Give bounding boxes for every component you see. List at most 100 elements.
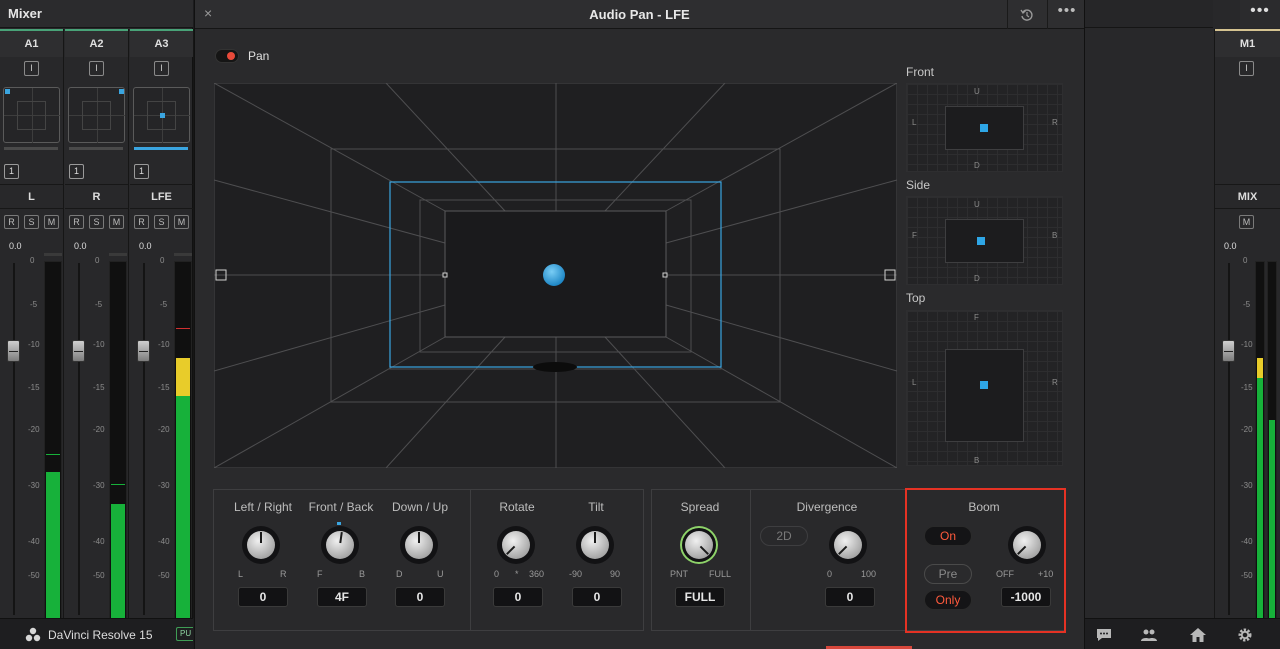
mute-button[interactable]: M [44,215,59,229]
divergence-2d-button[interactable]: 2D [760,526,808,546]
knob-min-label: -90 [569,569,583,579]
mixer-title: Mixer [0,0,193,28]
tilt-knob[interactable] [576,526,614,564]
input-button[interactable]: I [154,61,169,76]
record-button[interactable]: R [69,215,84,229]
scale-tick: -10 [1241,340,1253,349]
fader-handle[interactable] [137,340,150,362]
strip-name[interactable]: A1 [0,29,63,57]
side-view-panel[interactable]: U D F B [906,196,1063,285]
pan-enable-toggle[interactable] [215,49,239,63]
knob-min-label: F [317,569,323,579]
tilt-value[interactable]: 0 [572,587,622,607]
front-position-marker[interactable] [980,124,988,132]
fader-handle[interactable] [72,340,85,362]
fader-handle[interactable] [1222,340,1235,362]
front-back-value[interactable]: 4F [317,587,367,607]
axis-label: D [974,274,980,283]
knob-min-label: 0 [494,569,500,579]
track-number-button[interactable]: 1 [4,164,19,179]
pan-position-dot [119,89,124,94]
scale-tick: -50 [93,571,105,580]
chat-icon[interactable] [1095,627,1113,643]
front-view-panel[interactable]: U D L R [906,83,1063,172]
gear-icon[interactable] [1236,627,1254,643]
strip-name[interactable]: A2 [65,29,128,57]
front-view-label: Front [906,65,935,79]
collaboration-icon[interactable] [1140,627,1158,643]
knob-max-label: 360 [529,569,545,579]
front-back-knob[interactable] [321,526,359,564]
record-button[interactable]: R [134,215,149,229]
scale-tick: -15 [28,383,40,392]
pan-thumbnail[interactable] [133,87,190,143]
level-meter [44,261,62,621]
knob-max-label: 90 [610,569,621,579]
strip-name[interactable]: M1 [1215,29,1280,57]
divergence-label: Divergence [796,500,858,514]
input-button[interactable]: I [24,61,39,76]
gain-readout: 0.0 [9,241,22,251]
pan-label: Pan [248,49,270,63]
left-right-knob[interactable] [242,526,280,564]
solo-button[interactable]: S [89,215,104,229]
more-options-icon[interactable]: ••• [1240,0,1280,28]
scale-tick: 0 [95,256,100,265]
scale-tick: -30 [93,481,105,490]
knob-max-label: U [437,569,444,579]
channel-label: MIX [1215,184,1280,209]
rotate-value[interactable]: 0 [493,587,543,607]
rotate-knob[interactable] [497,526,535,564]
master-header-strip [1085,0,1213,28]
top-position-marker[interactable] [980,381,988,389]
mute-button[interactable]: M [109,215,124,229]
pan-thumbnail[interactable] [68,87,125,143]
record-button[interactable]: R [4,215,19,229]
axis-label: L [912,118,917,127]
mute-button[interactable]: M [174,215,189,229]
level-meter-left [1255,261,1265,621]
knob-mid-label: * [515,569,519,579]
divergence-value[interactable]: 0 [825,587,875,607]
mute-button[interactable]: M [1239,215,1254,229]
divergence-knob[interactable] [829,526,867,564]
reset-button[interactable] [1007,0,1045,29]
axis-label: U [974,87,980,96]
pan-track [69,147,123,150]
top-view-panel[interactable]: F B L R [906,310,1063,466]
meter-peak-cap [174,253,192,256]
solo-button[interactable]: S [154,215,169,229]
version-badge: PU [176,627,193,641]
track-number-button[interactable]: 1 [134,164,149,179]
home-icon[interactable] [1189,627,1207,643]
front-back-position-indicator [337,522,341,525]
meter-peak-cap [109,253,127,256]
pan-position-ball[interactable] [543,264,565,286]
strip-name[interactable]: A3 [130,29,193,57]
scale-tick: -30 [28,481,40,490]
spread-knob[interactable] [680,526,718,564]
pan-thumbnail[interactable] [3,87,60,143]
scale-tick: -10 [93,340,105,349]
more-options-icon[interactable]: ••• [1047,0,1086,29]
left-right-value[interactable]: 0 [238,587,288,607]
scale-tick: -5 [160,300,168,309]
solo-button[interactable]: S [24,215,39,229]
scale-tick: -15 [93,383,105,392]
axis-label: B [974,456,980,465]
fader-handle[interactable] [7,340,20,362]
axis-label: L [912,378,917,387]
spread-value[interactable]: FULL [675,587,725,607]
down-up-knob[interactable] [400,526,438,564]
input-button[interactable]: I [1239,61,1254,76]
app-footer: DaVinci Resolve 15 PU [0,618,193,649]
down-up-value[interactable]: 0 [395,587,445,607]
level-meter-right [1267,261,1277,621]
scale-tick: 0 [160,256,165,265]
channel-label: L [0,184,63,209]
side-position-marker[interactable] [977,237,985,245]
mixer-strip-a3: A3 I 1 LFE R S M 0.0 0 -5 -10 -15 -20 -3… [130,29,194,621]
input-button[interactable]: I [89,61,104,76]
track-number-button[interactable]: 1 [69,164,84,179]
pan-room-3d-view[interactable] [214,83,897,468]
